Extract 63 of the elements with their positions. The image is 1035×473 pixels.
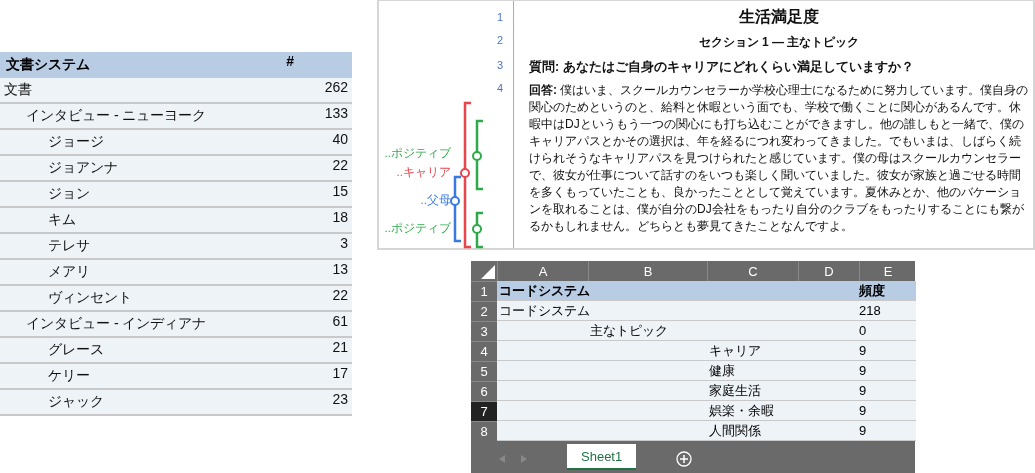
count-text: 13 bbox=[332, 261, 349, 277]
table-cell: 人間関係 bbox=[497, 421, 859, 441]
code-stripe[interactable] bbox=[460, 101, 471, 249]
table-cell: キャリア bbox=[497, 341, 859, 361]
table-cell: 218 bbox=[859, 301, 916, 321]
line-number: 1 bbox=[495, 10, 504, 23]
table-cell: 9 bbox=[859, 401, 916, 421]
paragraph-text: セクション 1 — 主なトピック bbox=[697, 34, 861, 51]
code-stripe[interactable] bbox=[472, 119, 483, 191]
count-text: 61 bbox=[332, 313, 349, 329]
count-text: 133 bbox=[324, 105, 349, 121]
paragraph-text: 質問: あなたはご自身のキャリアにどれくらい満足していますか？ bbox=[528, 59, 915, 76]
paragraph-text: 生活満足度 bbox=[737, 7, 820, 27]
count-text: 22 bbox=[332, 157, 349, 173]
line-number: 2 bbox=[495, 34, 504, 46]
table-cell: 娯楽・余暇 bbox=[497, 401, 859, 421]
document-name[interactable]: インタビュー - ニューヨーク bbox=[0, 107, 207, 125]
row-number[interactable]: 7 bbox=[471, 401, 497, 421]
line-number: 3 bbox=[495, 59, 504, 71]
code-stripe[interactable] bbox=[450, 175, 461, 243]
table-cell: 9 bbox=[859, 341, 916, 361]
document-name[interactable]: テレサ bbox=[0, 237, 90, 255]
count-text: 15 bbox=[332, 183, 349, 199]
table-cell: 0 bbox=[859, 321, 916, 341]
document-name[interactable]: ヴィンセント bbox=[0, 289, 132, 307]
paragraph-text: 回答: 僕はいま、スクールカウンセラーか学校心理士になるために努力しています。僕自身の関心のためというのと、給料と休暇という面でも、学校で働くことに関心があるんです。休暇中はDJというもう一つの関心にも打ち込むことができますし。他の誰しもと一緒で、僕のキャリアパスとかその選択は、年を経るにつれ変わってきました。でもいまは、しばらく続けられそうなキャリアパスを見つけられたと感じています。僕の母はスクールカウンセラーで、彼女が仕事について話すのをいつも楽しく聞いていました。彼女が家族と過ごせる時間を多くもっていたことも、良かったこととして覚えています。夏休みとか、他のバケーションを取れることは、僕が自分のDJ会社をもったり自分のクラブをもったりすることにも繋がるかもしれません。どちらとも夢見てきたことなんですよ。 bbox=[528, 82, 1030, 235]
line-number: 4 bbox=[495, 82, 504, 94]
count-text: 23 bbox=[332, 391, 349, 407]
count-text: 262 bbox=[324, 79, 349, 95]
count-text: 40 bbox=[332, 131, 349, 147]
code-label[interactable]: ..ポジティブ bbox=[384, 221, 451, 236]
document-name[interactable]: メアリ bbox=[0, 263, 90, 281]
table-cell: 9 bbox=[859, 421, 916, 441]
table-cell: 9 bbox=[859, 361, 916, 381]
document-name[interactable]: ジャック bbox=[0, 393, 104, 411]
sheet-tab[interactable]: Sheet1 bbox=[567, 444, 637, 470]
table-cell: コードシステム bbox=[497, 281, 859, 301]
table-cell: コードシステム bbox=[497, 301, 859, 321]
document-name[interactable]: グレース bbox=[0, 341, 104, 359]
document-name[interactable]: キム bbox=[0, 211, 76, 229]
count-text: 22 bbox=[332, 287, 349, 303]
table-cell: 主なトピック bbox=[497, 321, 859, 341]
table-cell: 9 bbox=[859, 381, 916, 401]
add-sheet-icon[interactable] bbox=[676, 450, 693, 467]
document-name[interactable]: ケリー bbox=[0, 367, 90, 385]
column-header: 文書システム bbox=[5, 56, 90, 74]
table-cell: 頻度 bbox=[859, 281, 916, 301]
code-label[interactable]: ..ポジティブ bbox=[384, 146, 451, 161]
count-text: 18 bbox=[332, 209, 349, 225]
table-cell: 家庭生活 bbox=[497, 381, 859, 401]
count-text: 21 bbox=[332, 339, 349, 355]
document-name[interactable]: インタビュー - インディアナ bbox=[0, 315, 207, 333]
column-header: # bbox=[286, 53, 294, 69]
code-label[interactable]: ..キャリア bbox=[396, 165, 451, 180]
document-name[interactable]: ジョン bbox=[0, 185, 90, 203]
document-name[interactable]: ジョアンナ bbox=[0, 159, 118, 177]
table-cell: 健康 bbox=[497, 361, 859, 381]
code-stripe[interactable] bbox=[472, 211, 483, 249]
document-name[interactable]: 文書 bbox=[0, 81, 32, 99]
code-label[interactable]: ..父母 bbox=[420, 193, 451, 208]
count-text: 17 bbox=[332, 365, 349, 381]
document-name[interactable]: ジョージ bbox=[0, 133, 104, 151]
count-text: 3 bbox=[340, 235, 349, 251]
